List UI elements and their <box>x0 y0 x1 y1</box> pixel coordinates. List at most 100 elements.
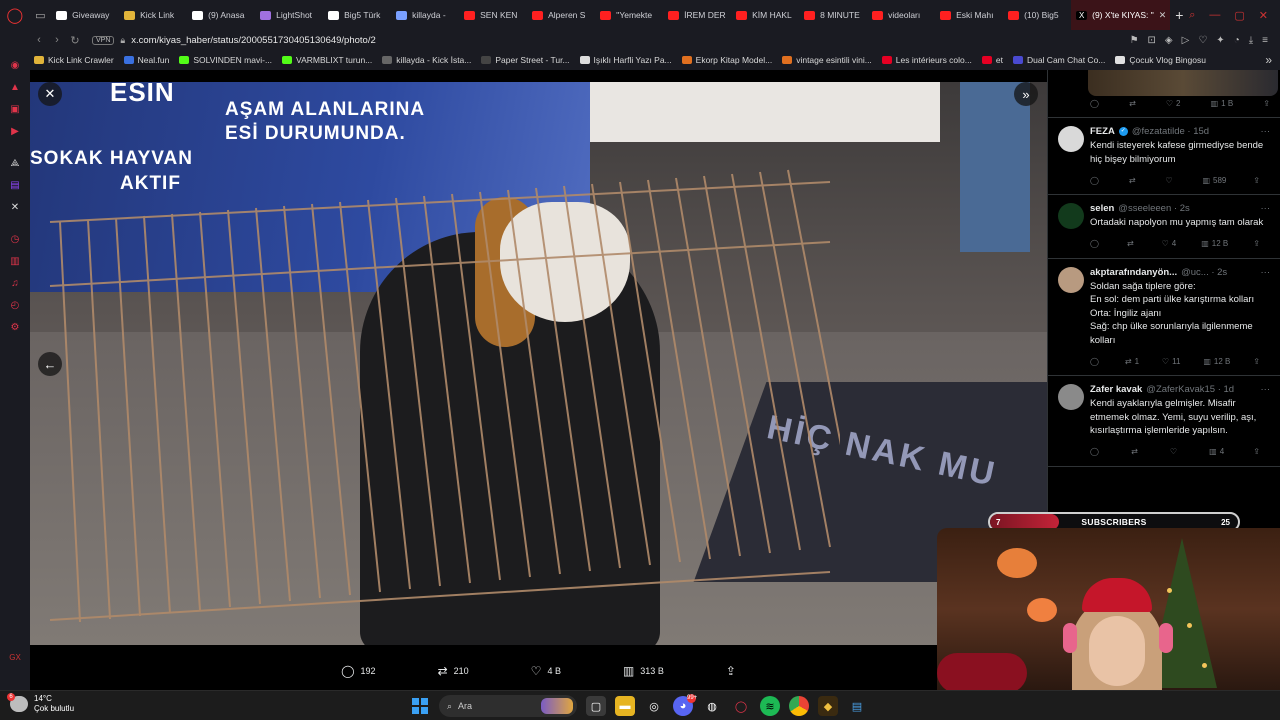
youtube-icon[interactable]: ▶ <box>0 120 30 142</box>
extensions-icon[interactable]: ✦ <box>1216 35 1224 46</box>
repost-icon[interactable]: ⇄ 1 <box>1125 357 1139 366</box>
views-icon[interactable]: ▥ 12 B <box>1203 357 1230 366</box>
tab-10[interactable]: KİM HAKL <box>731 0 799 30</box>
reply-handle[interactable]: @uc... · 2s <box>1181 267 1227 278</box>
like-icon[interactable]: ♡ 4 <box>1162 239 1177 248</box>
back-icon[interactable]: ‹ <box>30 34 48 46</box>
spotify-icon[interactable]: ≋ <box>760 696 780 716</box>
obsidian-icon[interactable]: ◆ <box>818 696 838 716</box>
bookmark-item[interactable]: Les intérieurs colo... <box>881 55 972 65</box>
aria-icon[interactable]: ◉ <box>0 54 30 76</box>
reply-icon[interactable]: ◯ <box>1090 99 1099 108</box>
tab-9[interactable]: İREM DER <box>663 0 731 30</box>
reply-item[interactable]: FEZA ✓ @fezatatilde · 15d ··· Kendi isteyere… <box>1048 118 1280 195</box>
music-icon[interactable]: ♫ <box>0 272 30 294</box>
clock-icon[interactable]: ◴ <box>0 294 30 316</box>
tab-6[interactable]: SEN KEN <box>459 0 527 30</box>
minimize-icon[interactable]: — <box>1209 9 1220 22</box>
repost-icon[interactable]: ⇄ <box>1129 176 1139 185</box>
vpn-badge[interactable]: VPN <box>92 35 115 45</box>
share-button[interactable]: ⇪ <box>726 664 736 678</box>
url-field[interactable]: x.com/kiyas_haber/status/200055173040513… <box>131 35 376 46</box>
views-icon[interactable]: ▥ 589 <box>1202 176 1226 185</box>
avatar[interactable] <box>1058 266 1084 293</box>
discord-icon[interactable]: ◕ 99+ <box>673 694 697 716</box>
file-explorer-icon[interactable]: ▬ <box>615 696 635 716</box>
reply-icon[interactable]: ◯ <box>1090 176 1102 185</box>
more-options-icon[interactable]: ··· <box>1261 384 1271 395</box>
tab-8[interactable]: ''Yemekte <box>595 0 663 30</box>
views-button[interactable]: ▥ 313 B <box>623 664 664 678</box>
wallet-icon[interactable]: ◈ <box>1165 35 1173 46</box>
heart-icon[interactable]: ♡ <box>1198 35 1207 46</box>
bookmark-item[interactable]: VARMBLIXT turun... <box>282 55 372 65</box>
like-icon[interactable]: ♡ <box>1165 176 1175 185</box>
like-icon[interactable]: ♡ 2 <box>1166 99 1181 108</box>
maximize-icon[interactable]: ▢ <box>1234 9 1244 22</box>
reply-handle[interactable]: @sseeleeen · 2s <box>1118 203 1189 214</box>
more-options-icon[interactable]: ··· <box>1261 203 1271 214</box>
tab-12[interactable]: videoları <box>867 0 935 30</box>
sidebar-more-icon[interactable]: GX <box>0 653 30 662</box>
avatar[interactable] <box>1058 126 1084 152</box>
windows-start-icon[interactable] <box>410 696 430 716</box>
chat-icon[interactable]: ▲ <box>0 76 30 98</box>
profile-icon[interactable]: ◔ <box>1234 35 1240 46</box>
history-icon[interactable]: ◷ <box>0 228 30 250</box>
more-options-icon[interactable]: ··· <box>1261 126 1271 137</box>
bookmark-item[interactable]: Ekorp Kitap Model... <box>681 55 772 65</box>
tab-0[interactable]: Giveaway <box>51 0 119 30</box>
notepad-icon[interactable]: ▤ <box>847 696 867 716</box>
reload-icon[interactable]: ↻ <box>66 34 84 47</box>
previous-photo-button[interactable]: ← <box>38 352 62 376</box>
more-bookmarks-icon[interactable]: » <box>1265 53 1280 67</box>
tab-7[interactable]: Alperen S <box>527 0 595 30</box>
reply-author-name[interactable]: Zafer kavak <box>1090 384 1142 395</box>
snapshot-icon[interactable]: ⊡ <box>1148 35 1156 46</box>
bookmark-item[interactable]: Paper Street - Tur... <box>481 55 570 65</box>
bookmark-icon[interactable]: ⚑ <box>1130 35 1139 46</box>
tab-3[interactable]: LightShot <box>255 0 323 30</box>
lock-icon[interactable]: 🔒︎ <box>120 35 125 46</box>
share-icon[interactable]: ⇪ <box>1253 357 1260 366</box>
views-icon[interactable]: ▥ 1 B <box>1211 99 1234 108</box>
close-tab-icon[interactable]: ✕ <box>1159 10 1167 21</box>
close-window-icon[interactable]: ✕ <box>1259 9 1268 22</box>
opera-menu-icon[interactable]: ◯ <box>0 0 29 30</box>
weather-widget[interactable]: 6 14°C Çok bulutlu <box>7 693 74 714</box>
avatar[interactable] <box>1058 384 1084 410</box>
bookmark-item[interactable]: Dual Cam Chat Co... <box>1012 55 1105 65</box>
tab-5[interactable]: killayda - <box>391 0 459 30</box>
tweet-photo[interactable]: ESİN AŞAM ALANLARINA ESİ DURUMUNDA. SOKA… <box>30 82 1047 645</box>
repost-icon[interactable]: ⇄ <box>1129 99 1136 108</box>
settings-icon[interactable]: ⚙ <box>0 316 30 338</box>
new-tab-button[interactable]: + <box>1170 7 1190 23</box>
repost-button[interactable]: ⇄ 210 <box>438 664 469 678</box>
x-sidebar-icon[interactable]: ✕ <box>0 196 30 218</box>
reply-handle[interactable]: @ZaferKavak15 · 1d <box>1146 384 1234 395</box>
easy-setup-icon[interactable]: ≡ <box>1262 35 1268 46</box>
tab-14[interactable]: (10) Big5 <box>1003 0 1071 30</box>
more-options-icon[interactable]: ··· <box>1261 267 1271 278</box>
download-icon[interactable]: ⤓ <box>1249 35 1253 46</box>
reply-item[interactable]: Zafer kavak @ZaferKavak15 · 1d ··· Kendi ay… <box>1048 376 1280 467</box>
task-view-icon[interactable]: ▢ <box>586 696 606 716</box>
close-viewer-button[interactable]: ✕ <box>38 82 62 106</box>
like-icon[interactable]: ♡ <box>1170 447 1180 456</box>
twitch-icon[interactable]: ▤ <box>0 174 30 196</box>
messenger-icon[interactable]: ▣ <box>0 98 30 120</box>
workspaces-icon[interactable]: ▭ <box>29 0 51 30</box>
share-icon[interactable]: ⇪ <box>1263 99 1270 108</box>
reply-item[interactable]: selen @sseeleeen · 2s ··· Ortadaki napolyon… <box>1048 195 1280 259</box>
bookmark-item[interactable]: Neal.fun <box>123 55 169 65</box>
bookmark-item[interactable]: et <box>981 55 1003 65</box>
obs-icon[interactable]: ◎ <box>644 696 664 716</box>
forward-icon[interactable]: › <box>48 34 66 46</box>
reply-item[interactable]: akptarafındanyön... @uc... · 2s ··· Soldan … <box>1048 259 1280 376</box>
reply-author-name[interactable]: FEZA <box>1090 126 1115 137</box>
avatar[interactable] <box>1058 203 1084 229</box>
tabs-icon[interactable]: ▥ <box>0 250 30 272</box>
pin-icon[interactable]: ⟁ <box>0 152 30 174</box>
share-icon[interactable]: ⇪ <box>1253 239 1260 248</box>
bookmark-item[interactable]: Işıklı Harfli Yazı Pa... <box>579 55 672 65</box>
